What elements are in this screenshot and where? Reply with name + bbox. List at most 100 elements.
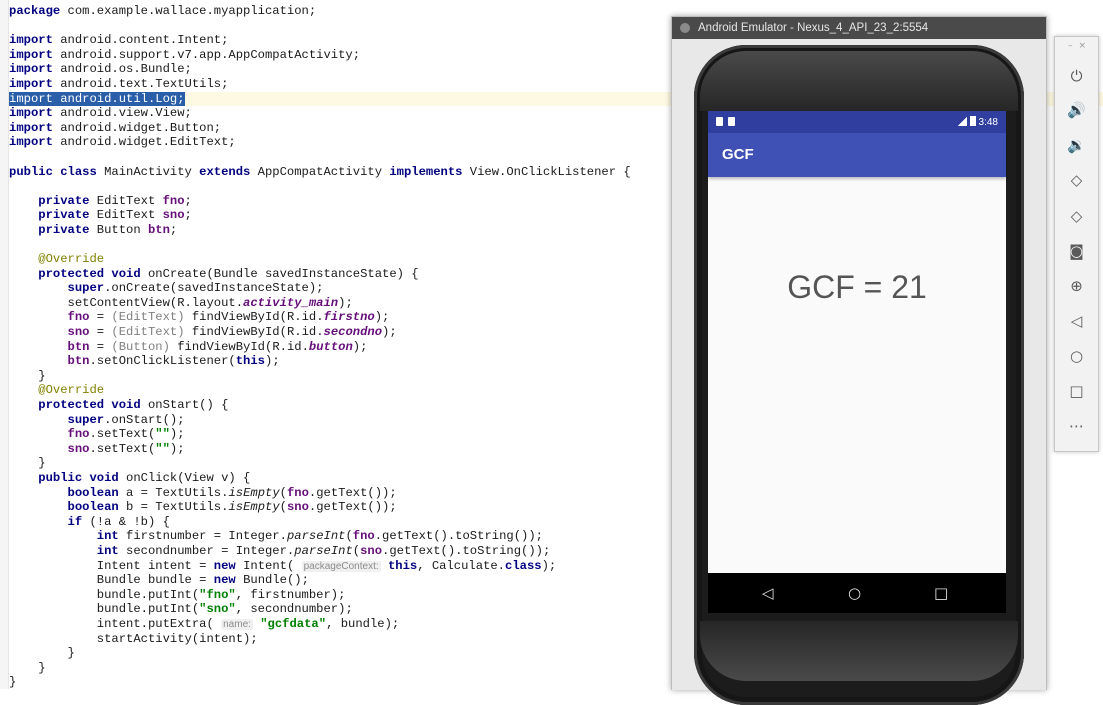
code-token: import bbox=[9, 33, 61, 48]
code-token: startActivity(intent); bbox=[9, 631, 258, 646]
phone-screen[interactable]: 3:48 GCF GCF = 21 ◁ ○ □ bbox=[708, 111, 1006, 613]
code-token: findViewById(R.id. bbox=[184, 310, 324, 325]
phone-frame: 3:48 GCF GCF = 21 ◁ ○ □ bbox=[694, 45, 1024, 705]
volume-up-icon[interactable]: 🔊 bbox=[1055, 97, 1098, 123]
code-token: import bbox=[9, 106, 61, 121]
battery-icon bbox=[969, 116, 976, 126]
emulator-title-bar[interactable]: Android Emulator - Nexus_4_API_23_2:5554 bbox=[672, 17, 1046, 39]
code-token: bundle.putInt( bbox=[9, 587, 200, 602]
code-token: } bbox=[9, 660, 46, 675]
code-token: firstno bbox=[323, 310, 375, 325]
code-token: ( bbox=[279, 500, 287, 515]
code-token: intent.putExtra( bbox=[9, 616, 222, 631]
code-token: AppCompatActivity bbox=[257, 164, 390, 179]
sd-card-icon bbox=[716, 117, 723, 126]
code-token: } bbox=[9, 368, 46, 383]
code-token: import bbox=[9, 47, 61, 62]
code-token: (EditText) bbox=[111, 325, 185, 340]
code-token: = bbox=[89, 310, 112, 325]
code-token: android.support.v7.app.AppCompatActivity… bbox=[60, 47, 361, 62]
code-token: ( bbox=[279, 485, 287, 500]
code-token: ); bbox=[338, 295, 353, 310]
code-token: parseInt bbox=[286, 529, 346, 544]
code-token: ( bbox=[345, 529, 353, 544]
code-token: this bbox=[235, 354, 265, 369]
nav-home-button[interactable]: ○ bbox=[848, 584, 861, 602]
code-token: .onStart(); bbox=[104, 412, 185, 427]
code-token: ; bbox=[169, 222, 178, 237]
code-token: bundle.putInt( bbox=[9, 602, 200, 617]
code-token: import android.util.Log; bbox=[9, 91, 185, 106]
code-token: "sno" bbox=[199, 602, 236, 617]
close-button[interactable]: × bbox=[1078, 41, 1092, 51]
code-token: .onCreate(savedInstanceState); bbox=[104, 281, 324, 296]
code-token: sno bbox=[9, 325, 90, 340]
code-token: } bbox=[9, 646, 75, 661]
volume-down-icon[interactable]: 🔉 bbox=[1055, 132, 1098, 158]
code-token: new bbox=[213, 573, 244, 588]
code-token: secondnumber = Integer. bbox=[126, 543, 295, 558]
parameter-hint: packageContext: bbox=[301, 560, 381, 572]
editor-gutter[interactable] bbox=[0, 0, 9, 689]
code-token: EditText bbox=[96, 208, 163, 223]
code-token: android.widget.EditText; bbox=[60, 135, 236, 150]
rotate-left-icon[interactable]: ◇ bbox=[1055, 167, 1098, 193]
home-icon[interactable]: ○ bbox=[1055, 343, 1098, 369]
code-token: implements bbox=[389, 164, 470, 179]
minimize-button[interactable]: – bbox=[1068, 41, 1079, 51]
back-icon[interactable]: ◁ bbox=[1055, 308, 1098, 334]
code-token: ); bbox=[352, 339, 368, 354]
code-token: sno bbox=[162, 208, 185, 223]
code-token: this bbox=[387, 558, 418, 573]
code-token: btn bbox=[147, 222, 170, 237]
zoom-icon[interactable]: ⊕ bbox=[1055, 273, 1098, 299]
code-token: , bundle); bbox=[326, 616, 400, 631]
code-token: android.view.View; bbox=[60, 106, 192, 121]
code-token: , secondnumber); bbox=[235, 602, 353, 617]
nav-back-button[interactable]: ◁ bbox=[762, 584, 774, 602]
code-token: , firstnumber); bbox=[235, 587, 346, 602]
code-token: = bbox=[89, 325, 112, 340]
code-token: sno bbox=[360, 543, 383, 558]
code-token: secondno bbox=[323, 325, 383, 340]
code-token: ); bbox=[169, 441, 185, 456]
code-token: (!a & !b) { bbox=[89, 514, 170, 529]
code-token: "" bbox=[155, 427, 170, 442]
code-token: public void bbox=[9, 471, 127, 485]
code-token: .setOnClickListener( bbox=[89, 354, 236, 369]
code-token: View.OnClickListener { bbox=[469, 164, 631, 179]
code-token: parseInt bbox=[294, 543, 353, 558]
overview-icon[interactable]: □ bbox=[1055, 378, 1098, 404]
window-close-icon[interactable] bbox=[680, 23, 690, 33]
code-token: fno bbox=[9, 310, 90, 325]
app-title: GCF bbox=[722, 146, 754, 163]
nav-recents-button[interactable]: □ bbox=[934, 584, 948, 602]
code-token: findViewById(R.id. bbox=[184, 325, 324, 340]
code-token: onStart() { bbox=[147, 398, 229, 413]
app-bar: GCF bbox=[708, 133, 1006, 177]
code-token: ); bbox=[169, 427, 185, 442]
code-token: (Button) bbox=[111, 339, 170, 354]
code-token: a = TextUtils. bbox=[126, 485, 229, 500]
camera-icon[interactable]: ◙ bbox=[1055, 238, 1098, 264]
code-token: import bbox=[9, 76, 61, 91]
rotate-right-icon[interactable]: ◇ bbox=[1055, 203, 1098, 229]
emulator-toolbar: –× ⏻ 🔊 🔉 ◇ ◇ ◙ ⊕ ◁ ○ □ ⋯ bbox=[1054, 36, 1099, 452]
signal-icon bbox=[957, 117, 967, 126]
code-token: "gcfdata" bbox=[260, 616, 327, 631]
code-token: import bbox=[9, 62, 61, 77]
code-token: ); bbox=[374, 310, 390, 325]
code-token: @Override bbox=[9, 383, 105, 398]
status-right: 3:48 bbox=[957, 116, 998, 128]
code-token: MainActivity bbox=[104, 164, 200, 179]
code-token: fno bbox=[352, 529, 375, 544]
code-token: @Override bbox=[9, 252, 105, 267]
code-token: package bbox=[9, 4, 68, 18]
power-icon[interactable]: ⏻ bbox=[1055, 63, 1098, 89]
toolbar-window-controls[interactable]: –× bbox=[1068, 41, 1092, 51]
code-token: .getText()); bbox=[308, 485, 397, 500]
code-token: android.widget.Button; bbox=[60, 120, 222, 135]
code-token: ; bbox=[184, 208, 192, 223]
code-token: } bbox=[9, 675, 17, 690]
more-icon[interactable]: ⋯ bbox=[1055, 413, 1098, 439]
